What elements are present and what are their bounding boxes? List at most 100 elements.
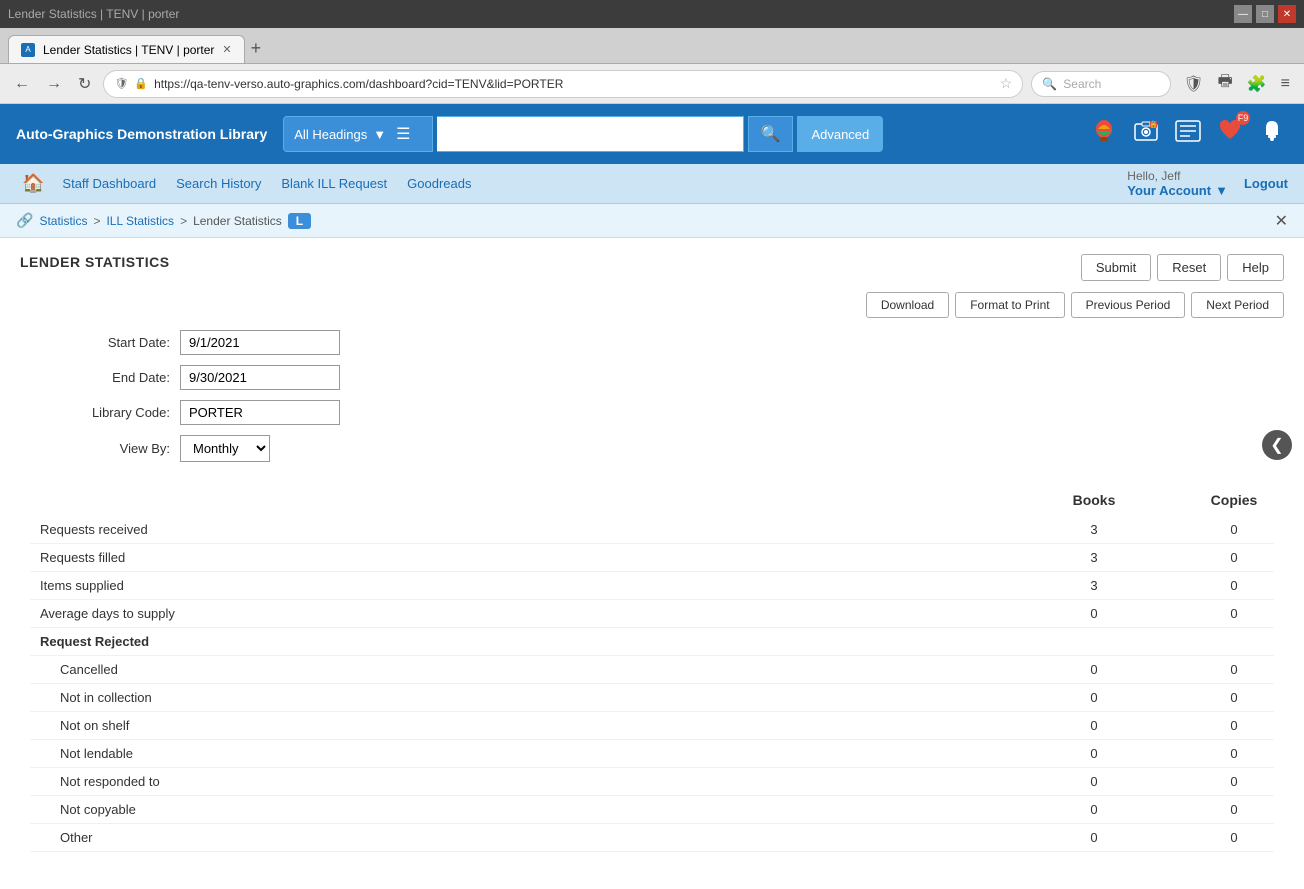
svg-text:🔒: 🔒 <box>1149 121 1158 129</box>
breadcrumb-close-button[interactable]: ✕ <box>1275 211 1288 231</box>
submit-button[interactable]: Submit <box>1081 254 1151 281</box>
logout-button[interactable]: Logout <box>1244 176 1288 191</box>
back-button[interactable]: ← <box>10 73 34 95</box>
refresh-button[interactable]: ↻ <box>74 72 95 96</box>
heart-badge: F9 <box>1236 111 1250 125</box>
format-to-print-button[interactable]: Format to Print <box>955 292 1064 318</box>
maximize-button[interactable]: □ <box>1256 5 1274 23</box>
address-box[interactable]: 🛡 🔒 https://qa-tenv-verso.auto-graphics.… <box>103 70 1023 98</box>
stats-row-label: Not copyable <box>40 802 1064 817</box>
active-tab[interactable]: A Lender Statistics | TENV | porter ✕ <box>8 35 245 63</box>
close-button[interactable]: ✕ <box>1278 5 1296 23</box>
your-account-dropdown[interactable]: Your Account ▼ <box>1127 183 1228 198</box>
stats-row: Cancelled 0 0 <box>30 656 1274 684</box>
bookmark-icon[interactable]: ☆ <box>1000 75 1013 92</box>
notification-icon-button[interactable] <box>1256 115 1288 153</box>
main-content: LENDER STATISTICS Submit Reset Help Down… <box>0 238 1304 868</box>
stats-row: Items supplied 3 0 <box>30 572 1274 600</box>
scroll-back-button[interactable]: ❮ <box>1262 430 1292 460</box>
capture-icon: 🔒 <box>1132 117 1160 145</box>
stats-row: Requests received 3 0 <box>30 516 1274 544</box>
stats-row-label: Request Rejected <box>40 634 1264 649</box>
stats-row-label: Requests filled <box>40 550 1064 565</box>
copies-value: 0 <box>1204 718 1264 733</box>
end-date-label: End Date: <box>60 370 170 385</box>
start-date-input[interactable] <box>180 330 340 355</box>
books-value: 3 <box>1064 550 1124 565</box>
stats-values: 0 0 <box>1064 746 1264 761</box>
previous-period-button[interactable]: Previous Period <box>1071 292 1186 318</box>
library-code-input[interactable] <box>180 400 340 425</box>
copies-value: 0 <box>1204 690 1264 705</box>
reset-button[interactable]: Reset <box>1157 254 1221 281</box>
balloon-icon-button[interactable] <box>1088 115 1120 153</box>
menu-button[interactable]: ≡ <box>1277 73 1294 95</box>
browser-search-box[interactable]: 🔍 Search <box>1031 71 1171 97</box>
books-value: 3 <box>1064 522 1124 537</box>
copies-value: 0 <box>1204 606 1264 621</box>
browser-titlebar: Lender Statistics | TENV | porter — □ ✕ <box>0 0 1304 28</box>
print-button[interactable]: 🖶 <box>1214 68 1237 99</box>
help-button[interactable]: Help <box>1227 254 1284 281</box>
hello-text: Hello, Jeff <box>1127 169 1228 183</box>
app-navbar: 🏠 Staff Dashboard Search History Blank I… <box>0 164 1304 204</box>
breadcrumb-ill-statistics[interactable]: ILL Statistics <box>106 214 174 228</box>
nav-blank-ill-request[interactable]: Blank ILL Request <box>273 172 395 195</box>
search-button[interactable]: 🔍 <box>748 116 794 152</box>
capture-icon-button[interactable]: 🔒 <box>1130 115 1162 153</box>
minimize-button[interactable]: — <box>1234 5 1252 23</box>
breadcrumb-icon: 🔗 <box>16 212 33 229</box>
search-input[interactable] <box>437 116 743 152</box>
library-code-row: Library Code: <box>60 400 1284 425</box>
shield-tool-button[interactable]: 🛡 <box>1179 72 1207 96</box>
stats-row-label: Not on shelf <box>40 718 1064 733</box>
tab-close-button[interactable]: ✕ <box>222 43 231 56</box>
start-date-row: Start Date: <box>60 330 1284 355</box>
stats-row-label: Other <box>40 830 1064 845</box>
books-value: 0 <box>1064 802 1124 817</box>
browser-tools: 🛡 🖶 🧩 ≡ <box>1179 68 1294 99</box>
header-icons: 🔒 F9 <box>1088 115 1288 153</box>
stats-values: 0 0 <box>1064 690 1264 705</box>
next-period-button[interactable]: Next Period <box>1191 292 1284 318</box>
nav-search-history[interactable]: Search History <box>168 172 269 195</box>
heart-icon-button[interactable]: F9 <box>1214 115 1246 153</box>
copies-value: 0 <box>1204 802 1264 817</box>
stats-row-label: Not responded to <box>40 774 1064 789</box>
advanced-button[interactable]: Advanced <box>797 116 883 152</box>
browser-addressbar: ← → ↻ 🛡 🔒 https://qa-tenv-verso.auto-gra… <box>0 64 1304 104</box>
forward-button[interactable]: → <box>42 73 66 95</box>
stats-row: Not responded to 0 0 <box>30 768 1274 796</box>
breadcrumb-statistics[interactable]: Statistics <box>39 214 87 228</box>
extension-button[interactable]: 🧩 <box>1243 72 1271 96</box>
list-icon-button[interactable] <box>1172 115 1204 153</box>
stats-values: 0 0 <box>1064 802 1264 817</box>
stats-row: Not on shelf 0 0 <box>30 712 1274 740</box>
view-by-select[interactable]: Monthly Weekly Daily Yearly <box>180 435 270 462</box>
books-value: 0 <box>1064 830 1124 845</box>
nav-goodreads[interactable]: Goodreads <box>399 172 479 195</box>
stats-row: Not lendable 0 0 <box>30 740 1274 768</box>
tab-favicon: A <box>21 43 35 57</box>
copies-column-header: Copies <box>1204 492 1264 508</box>
form-section: Start Date: End Date: Library Code: View… <box>60 330 1284 462</box>
stats-row-label: Cancelled <box>40 662 1064 677</box>
stats-values: 0 0 <box>1064 718 1264 733</box>
headings-dropdown[interactable]: All Headings ▼ ☰ <box>283 116 433 152</box>
dropdown-chevron-icon: ▼ <box>373 127 386 142</box>
end-date-input[interactable] <box>180 365 340 390</box>
balloon-icon <box>1090 117 1118 145</box>
home-button[interactable]: 🏠 <box>16 171 50 196</box>
download-button[interactable]: Download <box>866 292 949 318</box>
copies-value: 0 <box>1204 746 1264 761</box>
breadcrumb-sep-2: > <box>180 214 187 228</box>
stats-values: 0 0 <box>1064 774 1264 789</box>
browser-title: Lender Statistics | TENV | porter <box>8 7 179 21</box>
stats-col-headers: Books Copies <box>1064 492 1264 508</box>
nav-staff-dashboard[interactable]: Staff Dashboard <box>54 172 164 195</box>
stats-values: 3 0 <box>1064 550 1264 565</box>
search-placeholder: Search <box>1063 77 1101 91</box>
new-tab-button[interactable]: + <box>245 38 268 59</box>
account-info: Hello, Jeff Your Account ▼ <box>1127 169 1228 198</box>
end-date-row: End Date: <box>60 365 1284 390</box>
